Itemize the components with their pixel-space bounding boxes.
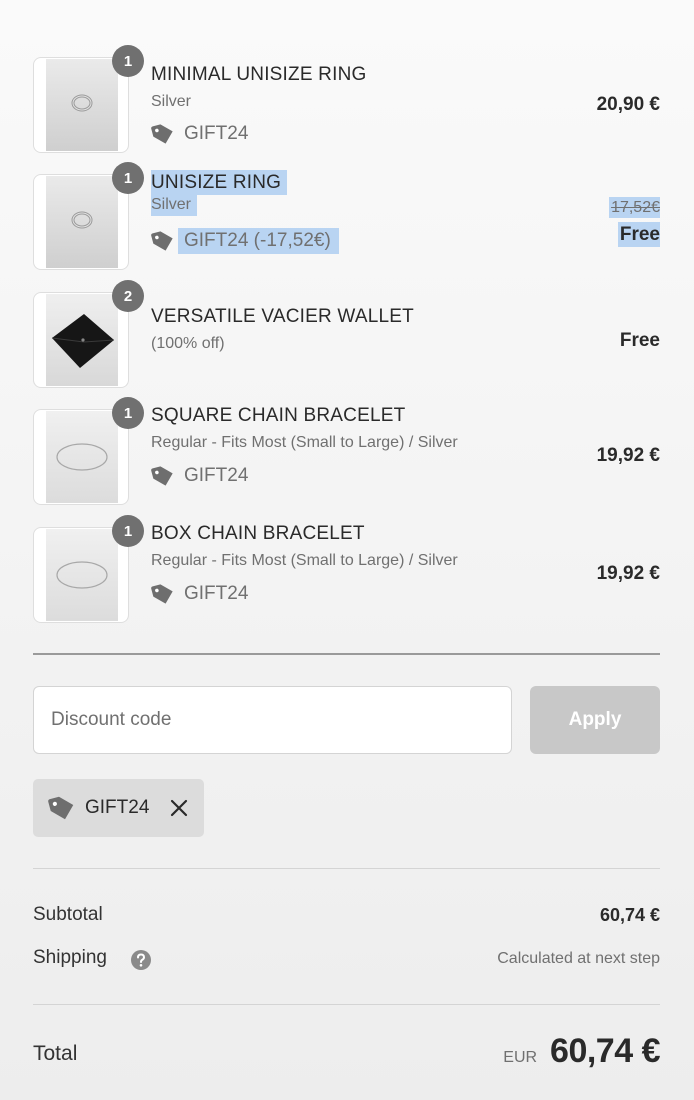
chain-bracelet-image <box>46 529 118 621</box>
shipping-value: Calculated at next step <box>497 950 660 967</box>
currency-code: EUR <box>503 1049 538 1066</box>
quantity-badge: 1 <box>112 515 144 547</box>
product-variant: Silver <box>151 193 198 216</box>
tag-icon <box>48 794 76 822</box>
silver-ring-image <box>46 176 118 268</box>
tag-icon <box>151 122 175 146</box>
line-item: 1 BOX CHAIN BRACELET Regular - Fits Most… <box>33 515 660 623</box>
discount-tag: GIFT24 <box>151 581 248 607</box>
product-thumbnail: 1 <box>33 162 144 270</box>
product-variant: Regular - Fits Most (Small to Large) / S… <box>151 552 458 569</box>
item-price-text: Free <box>617 222 660 247</box>
discount-tag: GIFT24 (-17,52€) <box>151 228 339 254</box>
product-thumbnail: 1 <box>33 397 144 505</box>
item-price: 20,90 € <box>596 94 660 115</box>
product-variant-text: Silver <box>151 193 198 216</box>
discount-code-label: GIFT24 <box>184 123 249 144</box>
quantity-badge: 2 <box>112 280 144 312</box>
tag-icon <box>151 582 175 606</box>
product-thumbnail: 2 <box>33 280 144 388</box>
product-variant: Regular - Fits Most (Small to Large) / S… <box>151 434 458 451</box>
item-price: 19,92 € <box>596 563 660 584</box>
tag-icon <box>151 229 175 253</box>
discount-code-label: GIFT24 <box>184 583 249 604</box>
total-value: 60,74 € <box>550 1032 660 1070</box>
product-variant: Silver <box>151 93 192 110</box>
quantity-badge: 1 <box>112 397 144 429</box>
divider <box>33 1004 660 1005</box>
item-price: Free <box>619 330 660 351</box>
discount-code-input[interactable] <box>33 686 512 754</box>
divider <box>33 868 660 869</box>
applied-code-label: GIFT24 <box>85 797 150 818</box>
line-item: 1 SQUARE CHAIN BRACELET Regular - Fits M… <box>33 397 660 505</box>
total-row-value: EUR 60,74 € <box>503 1032 660 1071</box>
original-price: 17,52€ <box>609 196 660 218</box>
line-item: 2 VERSATILE VACIER WALLET (100% off) Fre… <box>33 280 660 388</box>
original-price-text: 17,52€ <box>609 197 660 218</box>
discount-code-label: GIFT24 <box>184 465 249 486</box>
total-label: Total <box>33 1042 78 1065</box>
divider <box>33 653 660 655</box>
discount-tag: GIFT24 <box>151 463 248 489</box>
chain-bracelet-image <box>46 411 118 503</box>
product-title: SQUARE CHAIN BRACELET <box>151 405 406 426</box>
close-icon[interactable] <box>167 796 191 820</box>
product-title: VERSATILE VACIER WALLET <box>151 306 414 327</box>
product-title: MINIMAL UNISIZE RING <box>151 64 367 85</box>
tag-icon <box>151 464 175 488</box>
product-variant: (100% off) <box>151 335 225 352</box>
product-thumbnail: 1 <box>33 45 144 153</box>
product-title: BOX CHAIN BRACELET <box>151 523 365 544</box>
item-price: 19,92 € <box>596 445 660 466</box>
product-title-text: UNISIZE RING <box>151 170 288 195</box>
shipping-label: Shipping <box>33 947 107 968</box>
quantity-badge: 1 <box>112 162 144 194</box>
black-wallet-image <box>46 294 118 386</box>
line-item: 1 UNISIZE RING Silver GIFT24 (-17,52€) 1… <box>33 162 660 270</box>
silver-ring-image <box>46 59 118 151</box>
product-thumbnail: 1 <box>33 515 144 623</box>
line-item: 1 MINIMAL UNISIZE RING Silver GIFT24 20,… <box>33 45 660 153</box>
subtotal-value: 60,74 € <box>599 905 660 925</box>
discount-code-label: GIFT24 (-17,52€) <box>178 228 339 254</box>
subtotal-label: Subtotal <box>33 904 103 925</box>
quantity-badge: 1 <box>112 45 144 77</box>
question-circle-icon[interactable] <box>130 949 152 971</box>
apply-button[interactable]: Apply <box>530 686 660 754</box>
item-price: Free <box>617 222 660 247</box>
discount-tag: GIFT24 <box>151 121 248 147</box>
applied-discount-chip: GIFT24 <box>33 779 204 837</box>
